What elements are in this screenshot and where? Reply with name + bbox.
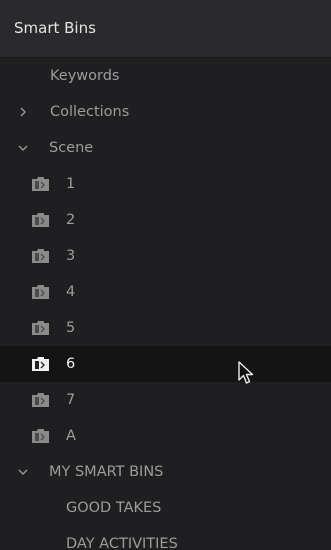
tree-group-scene[interactable]: Scene <box>0 130 331 166</box>
user-smart-bin-good-takes[interactable]: GOOD TAKES <box>0 490 331 526</box>
tree-item-label: Keywords <box>50 68 120 84</box>
tree-group-label: MY SMART BINS <box>49 464 164 480</box>
smart-bin-icon <box>32 213 49 227</box>
chevron-down-icon[interactable] <box>17 466 29 478</box>
smart-bin-label: 7 <box>66 392 76 408</box>
panel-header: Smart Bins <box>0 0 331 58</box>
smart-bin-2[interactable]: 2 <box>0 202 331 238</box>
chevron-right-icon[interactable] <box>17 106 29 118</box>
user-smart-bin-label: GOOD TAKES <box>66 500 162 516</box>
smart-bin-label: 2 <box>66 212 76 228</box>
smart-bins-tree: Keywords Collections Scene 1 2 3 4 5 6 7… <box>0 58 331 550</box>
smart-bin-label: 5 <box>66 320 76 336</box>
smart-bin-1[interactable]: 1 <box>0 166 331 202</box>
panel-title: Smart Bins <box>14 18 96 37</box>
user-smart-bin-label: DAY ACTIVITIES <box>66 536 178 550</box>
tree-group-collections[interactable]: Collections <box>0 94 331 130</box>
smart-bin-icon <box>32 177 49 191</box>
smart-bin-label: A <box>66 428 76 444</box>
smart-bin-icon <box>32 285 49 299</box>
mouse-cursor-icon <box>238 361 254 384</box>
smart-bin-icon <box>32 357 49 371</box>
tree-group-label: Collections <box>50 104 130 120</box>
smart-bin-4[interactable]: 4 <box>0 274 331 310</box>
smart-bin-label: 6 <box>66 356 76 372</box>
smart-bin-icon <box>32 249 49 263</box>
tree-group-label: Scene <box>49 140 94 156</box>
smart-bin-label: 4 <box>66 284 76 300</box>
smart-bin-icon <box>32 321 49 335</box>
smart-bin-a[interactable]: A <box>0 418 331 454</box>
smart-bins-panel: Smart Bins Keywords Collections Scene 1 <box>0 0 331 550</box>
smart-bin-label: 3 <box>66 248 76 264</box>
user-smart-bin-day-activities[interactable]: DAY ACTIVITIES <box>0 526 331 550</box>
smart-bin-icon <box>32 393 49 407</box>
smart-bin-label: 1 <box>66 176 76 192</box>
tree-item-keywords[interactable]: Keywords <box>0 58 331 94</box>
smart-bin-5[interactable]: 5 <box>0 310 331 346</box>
smart-bin-icon <box>32 429 49 443</box>
smart-bin-3[interactable]: 3 <box>0 238 331 274</box>
chevron-down-icon[interactable] <box>17 142 29 154</box>
smart-bin-6[interactable]: 6 <box>0 346 331 382</box>
smart-bin-7[interactable]: 7 <box>0 382 331 418</box>
tree-group-my-smart-bins[interactable]: MY SMART BINS <box>0 454 331 490</box>
